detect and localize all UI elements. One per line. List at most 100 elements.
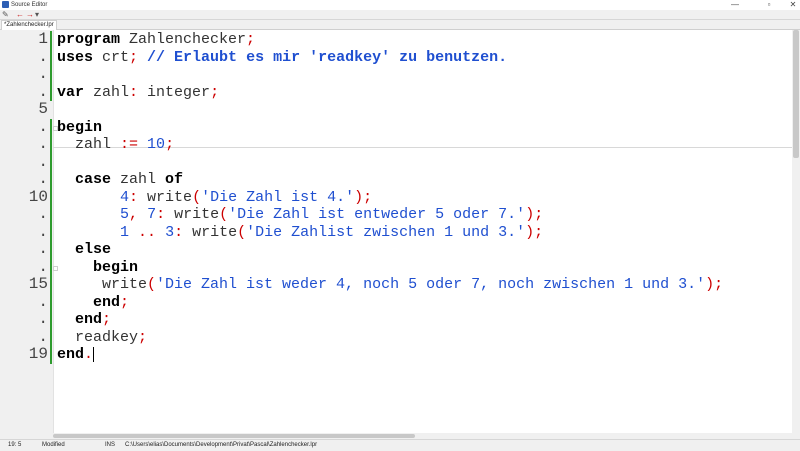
code-token: .. — [129, 223, 157, 241]
maximize-button[interactable]: ▫ — [756, 0, 782, 10]
code-token: ; — [138, 328, 148, 346]
code-token: ); — [354, 188, 373, 206]
code-token: : — [129, 83, 139, 101]
line-number-gutter: 1... 5.... 10.... 15... 19 — [0, 30, 54, 433]
tab-zahlenchecker[interactable]: *Zahlenchecker.lpr — [1, 20, 57, 30]
code-token: program — [57, 31, 121, 48]
modified-line-marker — [50, 311, 52, 329]
back-arrow-icon[interactable]: ← — [16, 10, 24, 19]
source-editor[interactable]: 1... 5.... 10.... 15... 19 program Zahlenche… — [0, 30, 800, 439]
modified-status: Modified — [42, 442, 65, 448]
code-token: begin — [57, 118, 103, 136]
code-token: ; — [210, 83, 220, 101]
code-token: var — [57, 83, 85, 101]
code-token: write — [138, 188, 193, 206]
line-number: 19 — [28, 345, 48, 363]
modified-line-marker — [50, 66, 52, 84]
code-line[interactable]: 5, 7: write('Die Zahl ist entweder 5 ode… — [57, 206, 543, 224]
code-token: ( — [192, 188, 202, 206]
code-token: ; — [246, 31, 256, 48]
title-bar: Source Editor — ▫ ✕ — [0, 0, 800, 10]
code-token: 5 — [120, 206, 130, 223]
line-number: . — [38, 327, 48, 346]
code-line[interactable]: var zahl: integer; — [57, 84, 219, 102]
code-token: zahl — [84, 83, 130, 101]
toolbar: ✎ ← → ▾ — [0, 10, 800, 20]
code-line[interactable]: else — [57, 241, 111, 259]
line-number: . — [38, 65, 48, 83]
menu-icon[interactable]: ▾ — [35, 10, 39, 19]
code-token: ( — [147, 276, 157, 293]
code-token: 'Die Zahl ist entweder 5 oder 7.' — [228, 206, 526, 223]
code-token: ( — [219, 206, 229, 223]
code-token: 1 — [120, 223, 130, 241]
code-token: zahl — [57, 136, 121, 153]
forward-arrow-icon[interactable]: → — [26, 10, 34, 19]
line-number: . — [38, 240, 48, 258]
line-number: . — [38, 170, 48, 188]
code-line[interactable]: uses crt; // Erlaubt es mir 'readkey' zu… — [57, 49, 507, 67]
line-number: . — [38, 222, 48, 241]
modified-line-marker — [50, 171, 52, 189]
modified-line-marker — [50, 48, 52, 66]
line-number: . — [38, 257, 48, 276]
modified-line-marker — [50, 136, 52, 154]
modified-line-marker — [50, 258, 52, 276]
code-line[interactable]: end; — [57, 294, 129, 312]
code-token: write — [183, 223, 238, 241]
vertical-scrollbar[interactable] — [792, 30, 800, 433]
code-token: 'Die Zahl ist weder 4, noch 5 oder 7, no… — [156, 276, 706, 293]
modified-line-marker — [50, 31, 52, 49]
code-token: ); — [525, 223, 544, 241]
edit-icon[interactable]: ✎ — [2, 10, 9, 19]
code-line[interactable]: 1 .. 3: write('Die Zahlist zwischen 1 un… — [57, 224, 543, 242]
line-number: 5 — [38, 100, 48, 118]
vertical-scroll-thumb[interactable] — [793, 30, 799, 158]
code-line[interactable]: case zahl of — [57, 171, 183, 189]
modified-line-marker — [50, 346, 52, 364]
line-number: 10 — [28, 187, 48, 206]
modified-line-marker — [50, 188, 52, 206]
app-icon — [2, 1, 9, 8]
horizontal-scroll-thumb[interactable] — [53, 434, 415, 438]
code-line[interactable]: end. — [57, 346, 95, 364]
code-token: else — [57, 241, 112, 258]
code-line[interactable]: zahl := 10; — [57, 136, 174, 154]
code-token: case — [57, 171, 112, 188]
code-token: ; — [165, 136, 175, 153]
modified-line-marker — [50, 328, 52, 346]
code-line[interactable]: begin — [57, 119, 102, 137]
tab-bar: *Zahlenchecker.lpr — [0, 20, 800, 30]
modified-line-marker — [50, 153, 52, 171]
code-token: : — [129, 188, 139, 206]
fold-marker-icon[interactable] — [53, 125, 58, 131]
line-number: . — [38, 117, 48, 136]
code-token: integer — [138, 83, 211, 101]
code-token: Zahlenchecker — [120, 31, 247, 48]
insert-mode: INS — [105, 442, 116, 448]
minimize-button[interactable]: — — [722, 0, 748, 10]
code-token: begin — [57, 258, 139, 276]
modified-line-marker — [50, 276, 52, 294]
code-line[interactable]: begin — [57, 259, 138, 277]
code-line[interactable]: write('Die Zahl ist weder 4, noch 5 oder… — [57, 276, 723, 294]
code-line[interactable]: 4: write('Die Zahl ist 4.'); — [57, 189, 372, 207]
code-line[interactable]: end; — [57, 311, 111, 329]
code-token: end — [57, 311, 103, 328]
modified-line-marker — [50, 241, 52, 259]
modified-line-marker — [50, 118, 52, 136]
text-caret — [93, 346, 95, 362]
code-line[interactable]: program Zahlenchecker; — [57, 31, 255, 49]
code-token: // Erlaubt es mir 'readkey' zu benutzen. — [138, 48, 508, 66]
file-path: C:\Users\elias\Documents\Development\Pri… — [125, 442, 318, 448]
cursor-position: 19: 5 — [8, 442, 22, 448]
code-token: readkey — [57, 328, 139, 346]
code-token: zahl — [111, 171, 166, 188]
code-line[interactable]: readkey; — [57, 329, 147, 347]
fold-marker-icon[interactable] — [53, 265, 58, 271]
code-token: ); — [705, 276, 724, 293]
line-number: 1 — [38, 30, 48, 48]
close-button[interactable]: ✕ — [780, 0, 800, 10]
